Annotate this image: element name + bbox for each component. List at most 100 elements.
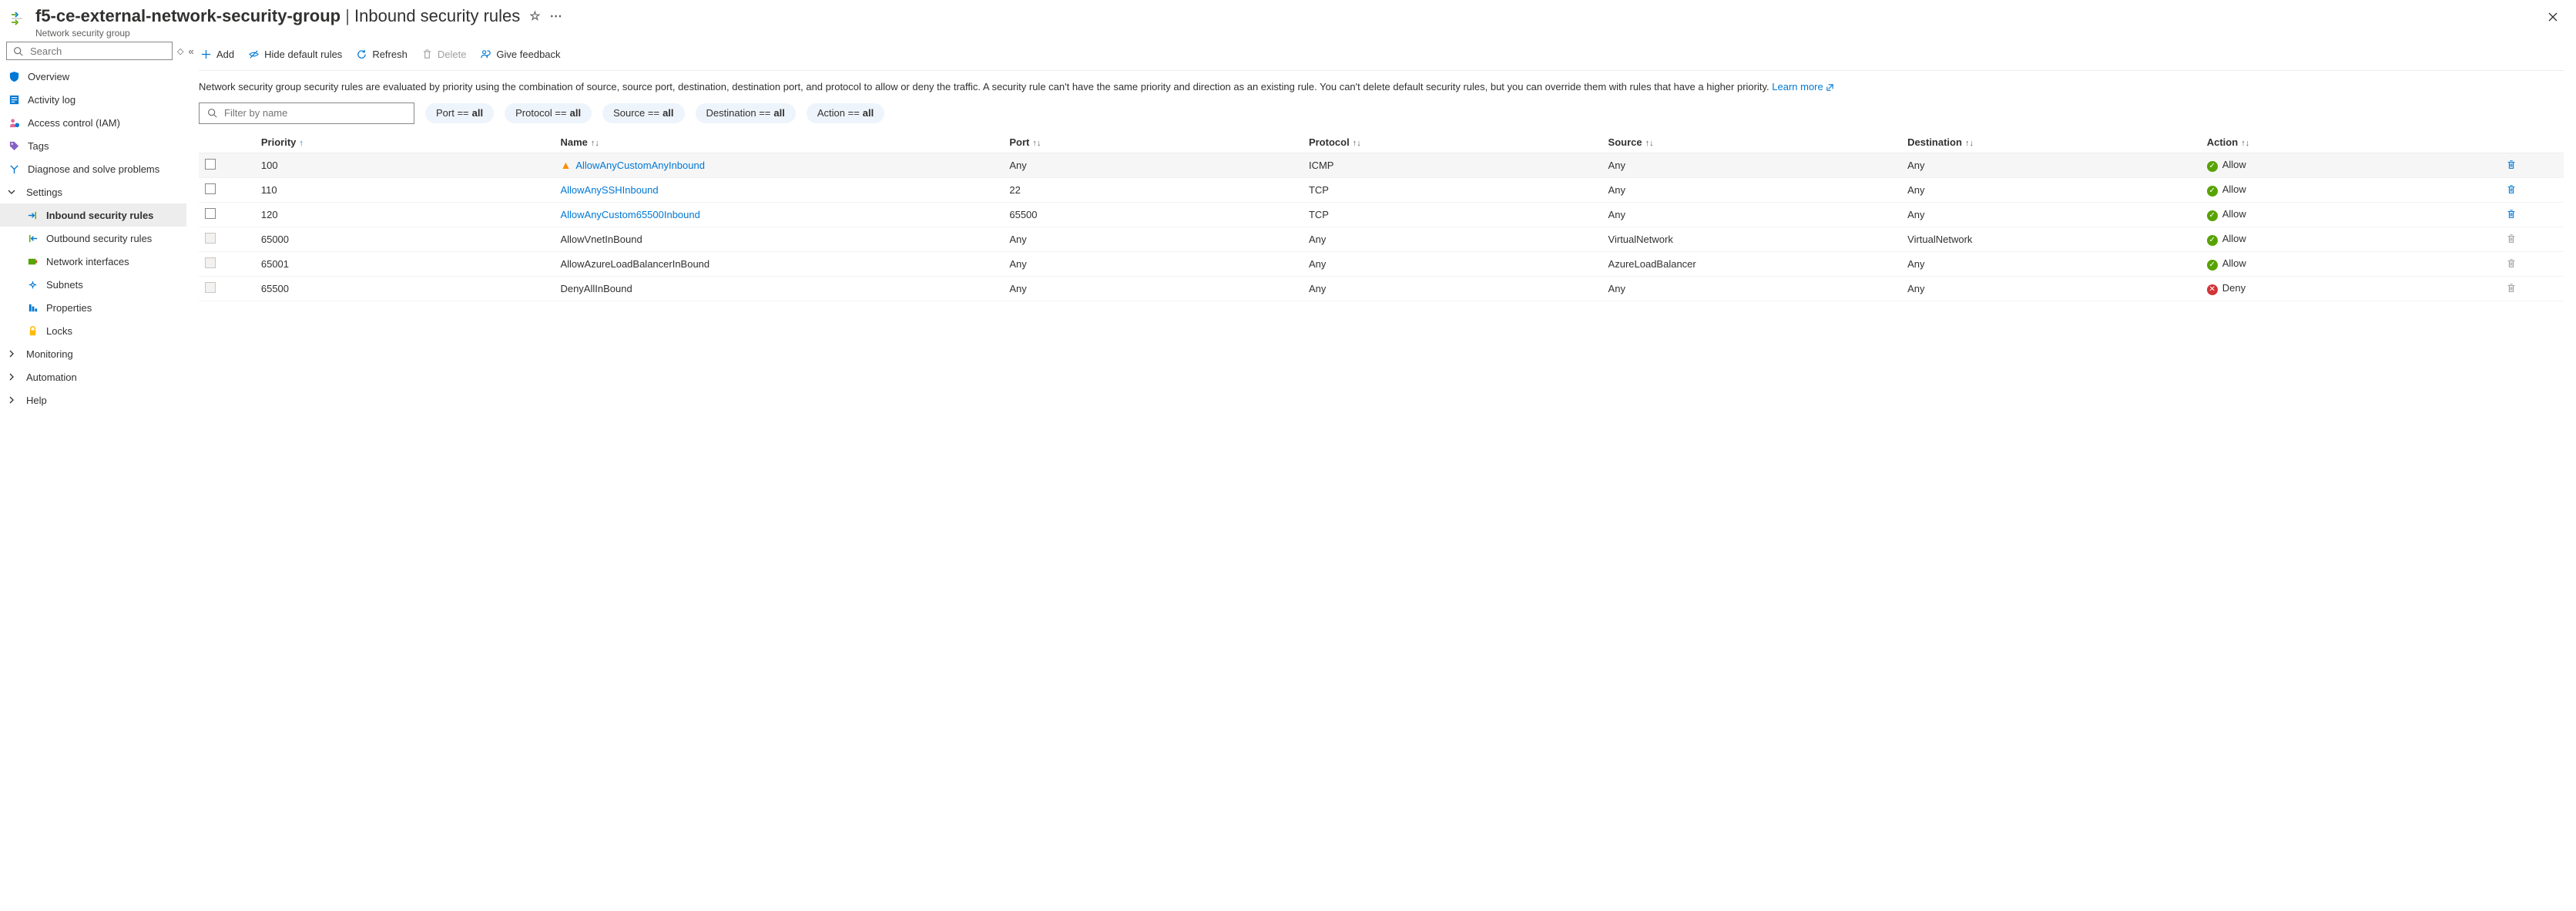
delete-rule-icon[interactable]	[2506, 209, 2558, 220]
cell-destination: Any	[1901, 251, 2201, 276]
warning-icon: ▲	[560, 159, 571, 171]
row-checkbox[interactable]	[205, 159, 216, 170]
col-name[interactable]: Name↑↓	[554, 132, 1003, 153]
inbound-icon	[26, 209, 39, 221]
table-row[interactable]: 110AllowAnySSHInbound22TCPAnyAny✓Allow	[199, 177, 2564, 202]
cell-source: Any	[1602, 202, 1902, 227]
row-checkbox	[205, 282, 216, 293]
search-icon	[12, 45, 24, 57]
delete-rule-icon[interactable]	[2506, 160, 2558, 170]
source-filter-pill[interactable]: Source ==all	[602, 103, 684, 123]
sidebar-group-monitoring[interactable]: Monitoring	[0, 342, 186, 365]
main-content: Add Hide default rules Refresh Delete Gi…	[186, 39, 2576, 911]
col-protocol[interactable]: Protocol↑↓	[1303, 132, 1602, 153]
cell-source: Any	[1602, 153, 1902, 177]
col-priority[interactable]: Priority↑	[255, 132, 555, 153]
table-row[interactable]: 65000AllowVnetInBoundAnyAnyVirtualNetwor…	[199, 227, 2564, 251]
sidebar-item-label: Overview	[28, 71, 69, 82]
nsg-resource-icon	[8, 9, 28, 29]
sidebar-group-automation[interactable]: Automation	[0, 365, 186, 388]
sidebar-search-input[interactable]	[29, 45, 167, 58]
table-row[interactable]: 65001 AllowAzureLoadBalancerInBound Any Any…	[199, 251, 2564, 276]
rule-name-link[interactable]: AllowAnyCustom65500Inbound	[560, 209, 699, 220]
cell-priority: 65001	[255, 251, 555, 276]
row-checkbox	[205, 257, 216, 268]
cell-action: ✓Allow	[2201, 251, 2501, 276]
protocol-filter-pill[interactable]: Protocol ==all	[505, 103, 592, 123]
row-checkbox[interactable]	[205, 183, 216, 194]
sidebar-item-network-interfaces[interactable]: Network interfaces	[0, 250, 186, 273]
rule-name-link[interactable]: AllowAnySSHInbound	[560, 184, 658, 196]
name-filter[interactable]	[199, 103, 414, 124]
cell-action: ✓Allow	[2201, 153, 2501, 177]
delete-rule-icon	[2506, 258, 2558, 269]
row-checkbox[interactable]	[205, 208, 216, 219]
sidebar-item-properties[interactable]: Properties	[0, 296, 186, 319]
sidebar-item-tags[interactable]: Tags	[0, 134, 186, 157]
sidebar-group-settings[interactable]: Settings	[0, 180, 186, 203]
cell-port: Any	[1003, 251, 1303, 276]
sidebar-item-subnets[interactable]: Subnets	[0, 273, 186, 296]
sidebar-item-diagnose-and-solve-problems[interactable]: Diagnose and solve problems	[0, 157, 186, 180]
sidebar-item-inbound-security-rules[interactable]: Inbound security rules	[0, 203, 186, 227]
cell-destination: Any	[1901, 276, 2201, 301]
rule-name-link[interactable]: AllowAnyCustomAnyInbound	[575, 160, 705, 171]
sidebar-item-access-control-iam-[interactable]: Access control (IAM)	[0, 111, 186, 134]
rule-name-label: AllowAzureLoadBalancerInBound	[560, 258, 709, 270]
add-button[interactable]: Add	[200, 49, 234, 60]
cell-action: ✓Allow	[2201, 202, 2501, 227]
cell-port: 65500	[1003, 202, 1303, 227]
sidebar-item-label: Activity log	[28, 94, 75, 106]
cell-action: ✓Allow	[2201, 177, 2501, 202]
search-resize-icon[interactable]: ◇	[177, 46, 183, 56]
resource-type-label: Network security group	[35, 28, 2542, 39]
refresh-button[interactable]: Refresh	[356, 49, 408, 60]
close-button[interactable]	[2542, 6, 2564, 28]
sidebar-item-activity-log[interactable]: Activity log	[0, 88, 186, 111]
feedback-button[interactable]: Give feedback	[480, 49, 560, 60]
cell-protocol: TCP	[1303, 202, 1602, 227]
allow-icon: ✓	[2207, 186, 2218, 197]
command-bar: Add Hide default rules Refresh Delete Gi…	[199, 39, 2564, 71]
delete-rule-icon	[2506, 234, 2558, 244]
lock-icon	[26, 324, 39, 337]
table-row[interactable]: 100▲AllowAnyCustomAnyInboundAnyICMPAnyAn…	[199, 153, 2564, 177]
pin-icon[interactable]: ☆	[529, 8, 540, 24]
page-header: f5-ce-external-network-security-group | …	[0, 0, 2576, 39]
hide-default-rules-button[interactable]: Hide default rules	[248, 49, 342, 60]
port-filter-pill[interactable]: Port ==all	[425, 103, 494, 123]
delete-rule-icon[interactable]	[2506, 184, 2558, 195]
sidebar-item-label: Diagnose and solve problems	[28, 163, 159, 175]
cell-source: VirtualNetwork	[1602, 227, 1902, 251]
chevron-down-icon	[8, 188, 18, 196]
col-source[interactable]: Source↑↓	[1602, 132, 1902, 153]
sidebar: ◇ « OverviewActivity logAccess control (…	[0, 39, 186, 911]
col-destination[interactable]: Destination↑↓	[1901, 132, 2201, 153]
outbound-icon	[26, 232, 39, 244]
rules-table: Priority↑ Name↑↓ Port↑↓ Protocol↑↓ Sourc…	[199, 132, 2564, 301]
rule-name-label: AllowVnetInBound	[560, 234, 642, 245]
cell-destination: Any	[1901, 153, 2201, 177]
chevron-right-icon	[8, 373, 18, 381]
shield-icon	[8, 70, 20, 82]
table-row[interactable]: 65500DenyAllInBoundAnyAnyAnyAny✕Deny	[199, 276, 2564, 301]
sidebar-item-label: Network interfaces	[46, 256, 129, 267]
col-action[interactable]: Action↑↓	[2201, 132, 2501, 153]
sidebar-item-label: Tags	[28, 140, 49, 152]
subnet-icon	[26, 278, 39, 291]
cell-action: ✕Deny	[2201, 276, 2501, 301]
sidebar-item-locks[interactable]: Locks	[0, 319, 186, 342]
learn-more-link[interactable]: Learn more	[1772, 81, 1834, 92]
sidebar-item-label: Outbound security rules	[46, 233, 152, 244]
sidebar-item-overview[interactable]: Overview	[0, 65, 186, 88]
action-filter-pill[interactable]: Action ==all	[807, 103, 884, 123]
sidebar-item-outbound-security-rules[interactable]: Outbound security rules	[0, 227, 186, 250]
sidebar-search[interactable]	[6, 42, 173, 60]
name-filter-input[interactable]	[223, 106, 408, 119]
filter-bar: Port ==all Protocol ==all Source ==all D…	[199, 103, 2564, 132]
more-icon[interactable]: ⋯	[550, 8, 562, 24]
sidebar-group-help[interactable]: Help	[0, 388, 186, 412]
destination-filter-pill[interactable]: Destination ==all	[696, 103, 796, 123]
table-row[interactable]: 120AllowAnyCustom65500Inbound65500TCPAny…	[199, 202, 2564, 227]
col-port[interactable]: Port↑↓	[1003, 132, 1303, 153]
